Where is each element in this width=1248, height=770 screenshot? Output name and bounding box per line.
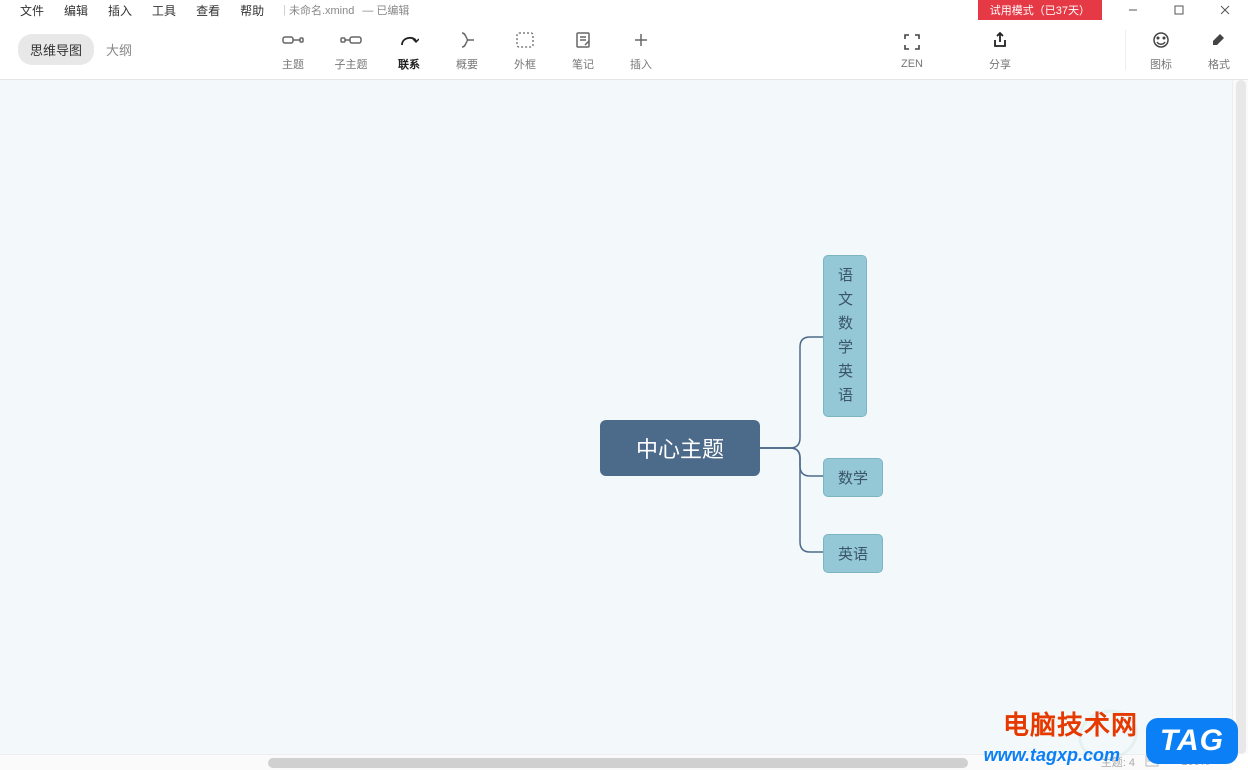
tool-summary[interactable]: 概要 <box>438 24 496 76</box>
right-tools: ZEN 分享 图标 格式 <box>883 28 1248 72</box>
tool-notes[interactable]: 笔记 <box>554 24 612 76</box>
tool-icons[interactable]: 图标 <box>1132 28 1190 72</box>
share-icon <box>991 28 1009 52</box>
tool-zen[interactable]: ZEN <box>883 30 941 70</box>
watermark-site-name: 电脑技术网 <box>1003 705 1138 742</box>
menu-view[interactable]: 查看 <box>186 0 230 21</box>
doc-filename: 未命名.xmind <box>289 2 354 18</box>
menu-bar: 文件 编辑 插入 工具 查看 帮助 | 未命名.xmind — 已编辑 <box>0 0 409 20</box>
close-button[interactable] <box>1202 0 1248 20</box>
tool-format[interactable]: 格式 <box>1190 28 1248 72</box>
tab-mindmap[interactable]: 思维导图 <box>18 34 94 65</box>
zen-icon <box>903 30 921 54</box>
window-controls <box>1110 0 1248 20</box>
horizontal-scroll-thumb[interactable] <box>268 758 968 768</box>
notes-icon <box>575 28 591 52</box>
menu-help[interactable]: 帮助 <box>230 0 274 21</box>
tool-relationship[interactable]: 联系 <box>380 24 438 76</box>
subtopic-icon <box>340 28 362 52</box>
tool-insert[interactable]: 插入 <box>612 24 670 76</box>
boundary-icon <box>516 28 534 52</box>
maximize-button[interactable] <box>1156 0 1202 20</box>
insert-icon <box>633 28 649 52</box>
view-tabs: 思维导图 大纲 <box>0 34 144 65</box>
tool-topic[interactable]: 主题 <box>264 24 322 76</box>
trial-mode-badge[interactable]: 试用模式（已37天） <box>978 0 1102 20</box>
doc-status: — 已编辑 <box>362 2 409 18</box>
tool-subtopic[interactable]: 子主题 <box>322 24 380 76</box>
subtopic-node-2[interactable]: 数学 <box>823 458 883 497</box>
subtopic-node-1[interactable]: 语 文 数 学 英 语 <box>823 255 867 417</box>
menu-file[interactable]: 文件 <box>10 0 54 21</box>
topic-icon <box>282 28 304 52</box>
toolbar: 思维导图 大纲 主题 子主题 联系 概要 <box>0 20 1248 80</box>
format-icon <box>1210 28 1228 52</box>
menu-tools[interactable]: 工具 <box>142 0 186 21</box>
watermark-tag-badge: TAG <box>1146 718 1238 764</box>
vertical-scrollbar[interactable] <box>1232 80 1248 754</box>
document-title: | 未命名.xmind — 已编辑 <box>280 2 409 18</box>
tab-outline[interactable]: 大纲 <box>94 34 144 65</box>
smiley-icon <box>1152 28 1170 52</box>
subtopic-node-3[interactable]: 英语 <box>823 534 883 573</box>
tool-group-main: 主题 子主题 联系 概要 外框 <box>264 24 670 76</box>
summary-icon <box>458 28 476 52</box>
tool-boundary[interactable]: 外框 <box>496 24 554 76</box>
watermark-site-url: www.tagxp.com <box>984 745 1120 766</box>
menu-edit[interactable]: 编辑 <box>54 0 98 21</box>
relationship-icon <box>399 28 419 52</box>
title-bar: 文件 编辑 插入 工具 查看 帮助 | 未命名.xmind — 已编辑 试用模式… <box>0 0 1248 20</box>
tool-share[interactable]: 分享 <box>971 28 1029 72</box>
minimize-button[interactable] <box>1110 0 1156 20</box>
central-topic-node[interactable]: 中心主题 <box>600 420 760 476</box>
vertical-scroll-thumb[interactable] <box>1236 80 1246 754</box>
mindmap-canvas[interactable]: 中心主题 语 文 数 学 英 语 数学 英语 <box>0 80 1248 754</box>
menu-insert[interactable]: 插入 <box>98 0 142 21</box>
connector-lines <box>760 255 825 555</box>
